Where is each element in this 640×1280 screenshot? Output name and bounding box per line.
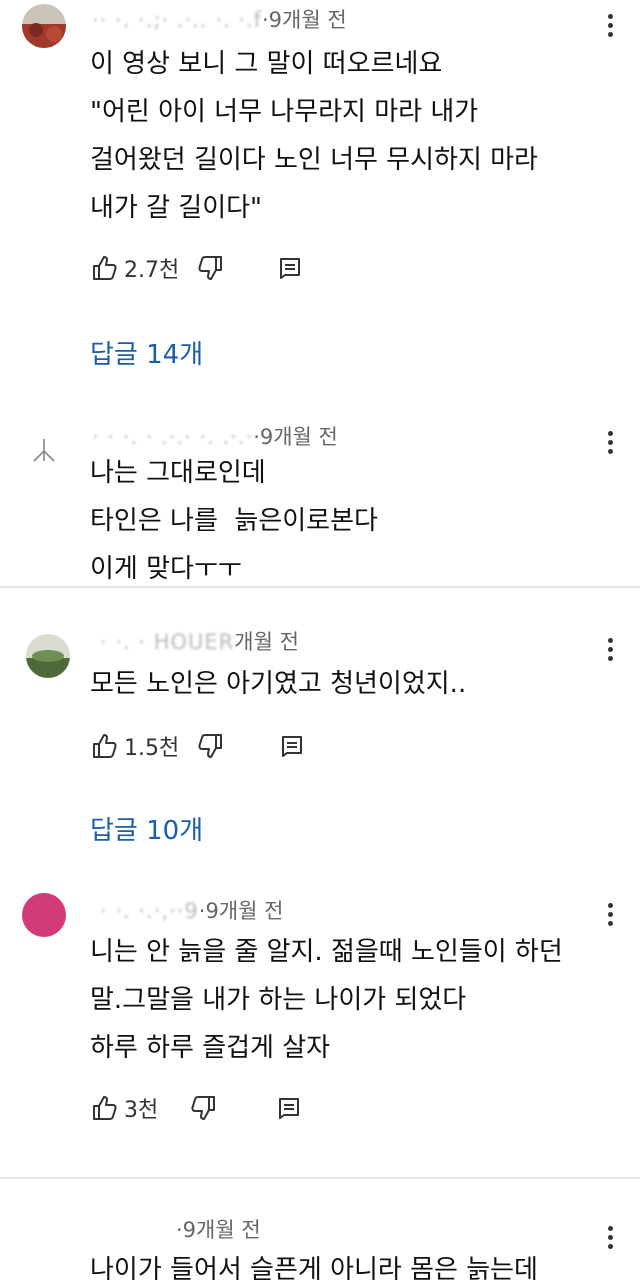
thumb-up-icon [93,734,117,758]
like-count: 1.5천 [124,736,180,761]
comment-1: ·· ·. ·.;· .·.. ·. ·.f·9개월 전 이 영상 보니 그 말… [0,0,640,405]
thumb-up-icon [93,1096,117,1120]
comment-text: 모든 노인은 아기였고 청년이었지.. [90,660,466,708]
comment-meta: · · ·. · .·.· ·. .·.··9개월 전 [92,421,338,451]
comment-line: 말.그말을 내가 하는 나이가 되었다 [90,985,467,1015]
comment-time: ·9개월 전 [176,1218,261,1242]
comment-text: 나는 그대로인데 타인은 나를 늙은이로본다 이게 맞다ㅜㅜ [90,449,378,593]
view-replies-link[interactable]: 답글 10개 [90,810,203,847]
author-name[interactable]: · · ·. · .·.· ·. .·.· [92,425,253,449]
comment-line: 걸어왔던 길이다 노인 너무 무시하지 마라 [90,145,538,175]
avatar[interactable] [22,893,66,937]
comment-line: 나는 그대로인데 [90,458,266,488]
comment-5: ·9개월 전 나이가 들어서 슬픈게 아니라 몸은 늙는데 [0,1180,640,1280]
reply-button[interactable] [274,1093,304,1123]
like-count: 3천 [124,1098,159,1123]
comment-actions: 3천 [90,1090,304,1126]
comment-meta: ·· ·. ·.;· .·.. ·. ·.f·9개월 전 [92,4,347,34]
avatar[interactable] [22,425,66,469]
view-replies-link[interactable]: 답글 14개 [90,334,203,371]
comment-text: 니는 안 늙을 줄 알지. 젊을때 노인들이 하던말.그말을 내가 하는 나이가… [90,928,563,1072]
dislike-button[interactable] [195,253,225,283]
comment-2: · · ·. · .·.· ·. .·.··9개월 전 나는 그대로인데타인은 … [0,405,640,585]
author-name[interactable]: · ·. ·.·,··9 [100,899,199,923]
thumb-down-icon [191,1096,216,1120]
divider [0,1177,640,1179]
like-button[interactable]: 2.7천 [90,252,195,284]
more-options-icon[interactable] [606,14,614,40]
comment-actions: 2.7천 [90,250,305,286]
comment-icon [279,1098,300,1119]
comment-meta: · ·. · HOUER개월 전 [100,626,299,656]
comment-text: 이 영상 보니 그 말이 떠오르네요 "어린 아이 너무 나무라지 마라 내가걸어… [90,40,538,232]
comment-4: · ·. ·.·,··9·9개월 전 니는 안 늙을 줄 알지. 젊을때 노인들… [0,873,640,1173]
author-name[interactable]: ·· ·. ·.;· .·.. ·. ·.f [92,8,262,32]
comment-3: · ·. · HOUER개월 전 모든 노인은 아기였고 청년이었지.. 1.5… [0,588,640,873]
more-options-icon[interactable] [606,903,614,929]
reply-button[interactable] [277,731,307,761]
comment-meta: ·9개월 전 [176,1214,261,1244]
more-options-icon[interactable] [606,638,614,664]
comment-actions: 1.5천 [90,728,307,764]
comment-time: 개월 전 [234,630,299,654]
comment-line: 타인은 나를 늙은이로본다 [90,506,378,536]
comment-line: 내가 갈 길이다" [90,193,263,223]
comment-time: ·9개월 전 [253,425,338,449]
comment-line: 니는 안 늙을 줄 알지. 젊을때 노인들이 하던 [90,937,563,967]
comment-line: 나이가 들어서 슬픈게 아니라 몸은 늙는데 [90,1255,538,1280]
comment-icon [282,736,303,757]
dislike-button[interactable] [188,1093,218,1123]
avatar[interactable] [26,634,70,678]
author-name[interactable]: · ·. · HOUER [100,630,234,654]
comment-line: 이 영상 보니 그 말이 떠오르네요 [90,49,443,79]
comment-time: ·9개월 전 [198,899,284,923]
thumb-up-icon [93,256,117,280]
comment-text: 나이가 들어서 슬픈게 아니라 몸은 늙는데 [90,1246,538,1280]
comment-icon [280,258,301,279]
thumb-down-icon [198,734,223,758]
comment-meta: · ·. ·.·,··9·9개월 전 [100,895,283,925]
like-button[interactable]: 3천 [90,1092,174,1124]
comment-time: ·9개월 전 [261,8,347,32]
thumb-down-icon [198,256,223,280]
more-options-icon[interactable] [606,1226,614,1252]
dislike-button[interactable] [195,731,225,761]
avatar[interactable] [22,4,66,48]
comment-line: 하루 하루 즐겁게 살자 [90,1033,331,1063]
reply-button[interactable] [275,253,305,283]
like-button[interactable]: 1.5천 [90,730,195,762]
more-options-icon[interactable] [606,431,614,457]
like-count: 2.7천 [124,258,180,283]
comment-line: "어린 아이 너무 나무라지 마라 내가 [90,97,479,127]
comment-line: 모든 노인은 아기였고 청년이었지.. [90,669,467,699]
